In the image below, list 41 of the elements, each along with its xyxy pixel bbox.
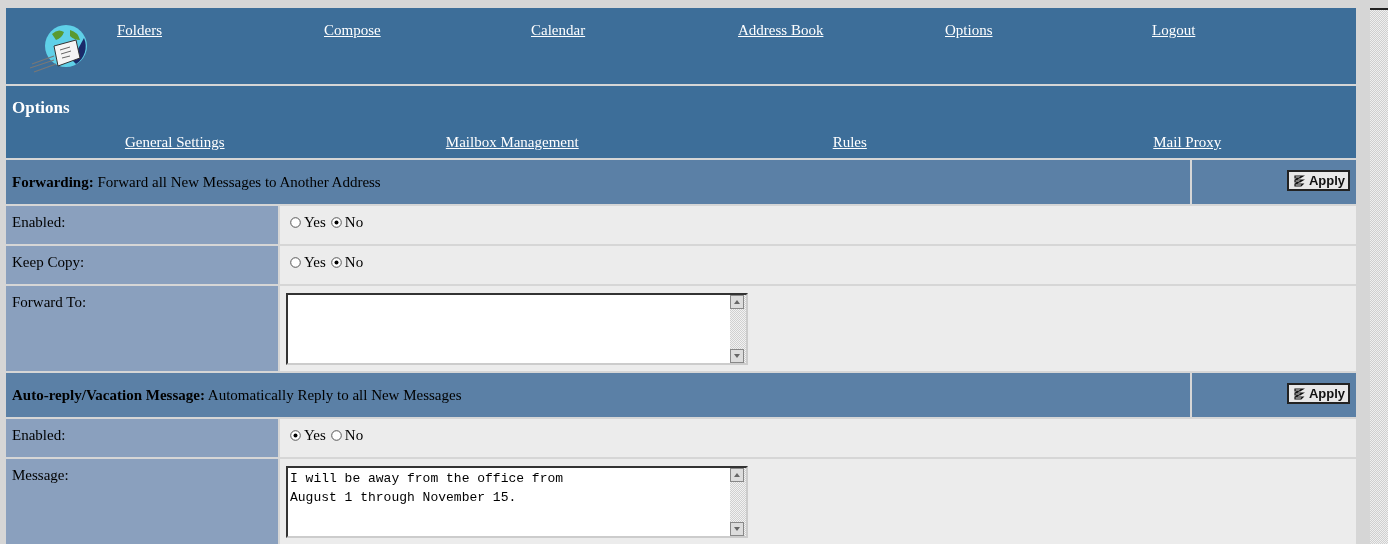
scrollbar-track[interactable] <box>1370 8 1388 544</box>
field-label: Enabled: <box>12 214 66 230</box>
nav-link[interactable]: Options <box>945 22 993 39</box>
options-tab-link[interactable]: General Settings <box>124 134 225 152</box>
radio-label: No <box>344 254 364 271</box>
radio-button[interactable] <box>330 430 342 441</box>
radio-label: Yes <box>304 214 326 231</box>
nav-link[interactable]: Address Book <box>738 22 824 39</box>
radio-button[interactable] <box>330 217 342 228</box>
text-area[interactable]: I will be away from the office from August 1 through November 15. <box>286 466 748 538</box>
scroll-down-icon[interactable] <box>730 522 744 536</box>
radio-label: No <box>344 214 364 231</box>
radio-button[interactable] <box>290 257 301 268</box>
radio-button[interactable] <box>290 430 301 441</box>
page-title: Options <box>11 97 71 120</box>
field-label: Message: <box>12 467 69 483</box>
apply-button[interactable]: Apply <box>1286 383 1350 404</box>
field-label: Forward To: <box>12 294 87 310</box>
nav-link[interactable]: Calendar <box>531 22 586 39</box>
nav-link[interactable]: Folders <box>117 22 162 39</box>
nav-link[interactable]: Compose <box>324 22 381 39</box>
options-tab-link[interactable]: Mail Proxy <box>1153 134 1222 152</box>
radio-button[interactable] <box>290 217 301 228</box>
text-area[interactable] <box>286 293 748 365</box>
radio-button[interactable] <box>330 257 342 268</box>
scroll-up-icon[interactable] <box>730 468 744 482</box>
field-label: Keep Copy: <box>12 254 85 270</box>
radio-label: No <box>344 427 364 444</box>
layers-icon <box>1291 387 1306 400</box>
field-label: Enabled: <box>12 427 66 443</box>
apply-button[interactable]: Apply <box>1286 170 1350 191</box>
layers-icon <box>1291 174 1306 187</box>
scroll-up-icon[interactable] <box>730 295 744 309</box>
scroll-down-icon[interactable] <box>730 349 744 363</box>
options-tab-link[interactable]: Mailbox Management <box>445 134 579 152</box>
section-heading: Auto-reply/Vacation Message: Automatically Reply to all New Messages <box>12 386 462 404</box>
options-tab-link[interactable]: Rules <box>832 134 867 152</box>
radio-label: Yes <box>304 427 326 444</box>
section-heading: Forwarding: Forward all New Messages to Another Address <box>12 173 381 191</box>
nav-link[interactable]: Logout <box>1152 22 1196 39</box>
radio-label: Yes <box>304 254 326 271</box>
